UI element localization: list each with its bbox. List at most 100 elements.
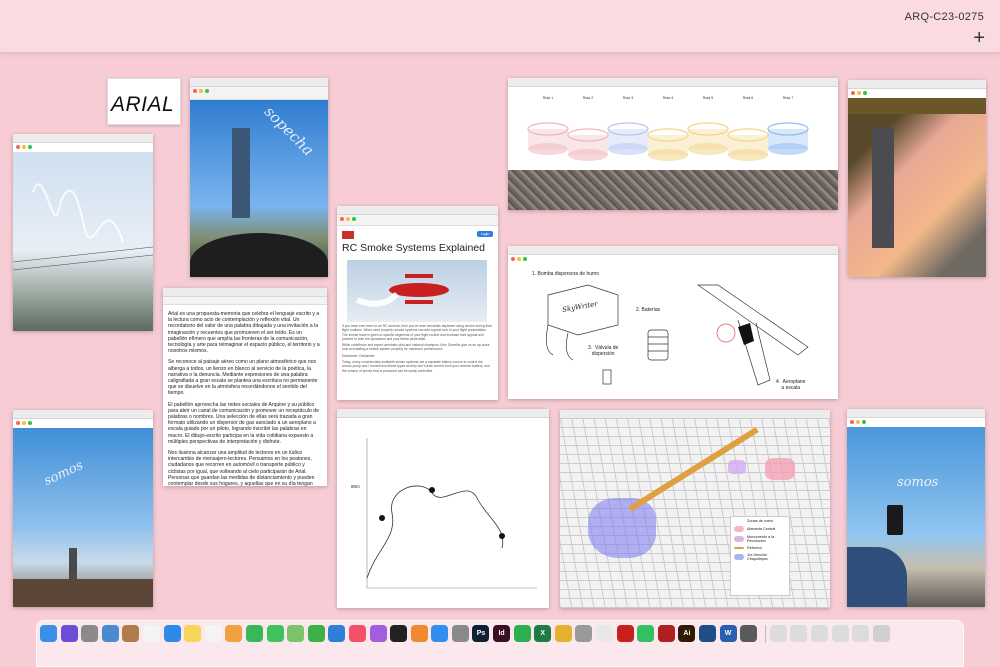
route-label: Ruta 1 <box>543 96 553 100</box>
window-titlebar[interactable] <box>508 78 838 93</box>
dock-preview-icon[interactable] <box>101 625 119 642</box>
article-hero-image <box>347 260 487 322</box>
legend-item: Monumento a la Revolución <box>734 535 786 543</box>
dock-calendar-icon[interactable] <box>142 625 160 642</box>
article-paragraph: Today, many commercially available smoke… <box>342 360 490 373</box>
dock-sketch-icon[interactable] <box>513 625 531 642</box>
dock-tv-icon[interactable] <box>390 625 408 642</box>
dock-screenshot-icon[interactable] <box>740 625 758 642</box>
dock-folder-4-icon[interactable] <box>831 625 849 642</box>
add-button[interactable]: + <box>973 28 985 48</box>
dock-quicktime-icon[interactable] <box>699 625 716 642</box>
dock-launchpad-icon[interactable] <box>81 625 99 642</box>
dock-acrobat-icon[interactable] <box>616 625 634 642</box>
route-cylinder <box>567 128 609 161</box>
dock-whatsapp-icon[interactable] <box>637 625 655 642</box>
dock-scanner-icon[interactable] <box>575 625 593 642</box>
window-titlebar[interactable] <box>848 80 986 95</box>
dock-settings-icon[interactable] <box>451 625 469 642</box>
dock-siri-icon[interactable] <box>60 625 78 642</box>
window-smoke-system-diagram[interactable]: 1. Bomba dispersora de humo 2. Baterías … <box>508 246 838 399</box>
document-paragraph: El pabellón aprovecha las redes sociales… <box>168 401 319 445</box>
skywriting-text-right: somos <box>897 475 939 490</box>
dock-numbers-icon[interactable] <box>307 625 325 642</box>
dock-maps-icon[interactable] <box>287 625 305 642</box>
article-paragraph: While contributor and expert aerobatic p… <box>342 343 490 352</box>
window-titlebar[interactable] <box>337 409 549 418</box>
zone-revolucion <box>728 460 746 474</box>
route-cylinder <box>727 128 769 161</box>
dock: Ps Id X Ai W <box>36 620 964 667</box>
window-flight-zones-map[interactable]: Zonas de vuelo Alameda Central Monumento… <box>560 410 830 608</box>
dock-folder-2-icon[interactable] <box>790 625 808 642</box>
car-city-photo: sopecha <box>190 100 328 277</box>
window-titlebar[interactable] <box>13 134 153 149</box>
dock-word-icon[interactable]: W <box>719 625 737 642</box>
dock-podcasts-icon[interactable] <box>369 625 387 642</box>
dock-chrome-icon[interactable] <box>554 625 572 642</box>
dock-notes-brown-icon[interactable] <box>122 625 140 642</box>
skywriting-text-left: somos <box>41 457 86 490</box>
window-car-photo[interactable]: sopecha <box>190 78 328 277</box>
dock-messages-icon[interactable] <box>245 625 263 642</box>
route-cylinder <box>647 128 689 161</box>
dock-app-store-icon[interactable] <box>431 625 449 642</box>
awning-shape <box>848 98 986 114</box>
flight-path-drawing <box>366 438 537 589</box>
dock-finder-icon[interactable] <box>40 625 57 642</box>
window-titlebar[interactable] <box>847 409 985 424</box>
dock-illustrator-icon[interactable]: Ai <box>678 625 696 642</box>
dock-indesign-icon[interactable]: Id <box>493 625 511 642</box>
window-flight-path[interactable]: 80m <box>337 409 549 608</box>
window-text-document[interactable]: Arial es una propuesta-memoria que celeb… <box>163 288 327 486</box>
dock-folder-1-icon[interactable] <box>769 625 787 642</box>
zone-alameda <box>765 458 795 480</box>
city-map: Zonas de vuelo Alameda Central Monumento… <box>560 418 830 608</box>
window-titlebar[interactable] <box>13 410 153 425</box>
arial-title-card[interactable]: ARIAL <box>107 78 181 125</box>
window-titlebar[interactable] <box>163 288 327 297</box>
dock-acrobat-2-icon[interactable] <box>657 625 675 642</box>
dock-facetime-icon[interactable] <box>266 625 284 642</box>
document-body: Arial es una propuesta-memoria que celeb… <box>163 305 327 486</box>
dock-books-icon[interactable] <box>410 625 428 642</box>
article-paragraph: If you have ever been to an RC airshow, … <box>342 324 492 341</box>
dock-keynote-icon[interactable] <box>328 625 346 642</box>
window-blue-sky-photo-right[interactable]: somos <box>847 409 985 607</box>
rooftop-shape <box>13 579 153 607</box>
dock-photos-icon[interactable] <box>225 625 243 642</box>
arial-title-text: ARIAL <box>111 93 175 116</box>
route-cylinder <box>527 122 569 155</box>
window-titlebar[interactable] <box>337 206 498 221</box>
dock-feather-icon[interactable] <box>596 625 614 642</box>
browser-address-bar[interactable] <box>337 215 498 226</box>
route-label: Ruta 6 <box>743 96 753 100</box>
dock-notes-icon[interactable] <box>184 625 202 642</box>
window-routes-timeline[interactable]: Ruta 1 Ruta 2 Ruta 3 Ruta 4 Ruta 5 Ruta 6 Ruta… <box>508 78 838 210</box>
window-sky-photo[interactable] <box>13 134 153 331</box>
project-code: ARQ-C23-0275 <box>904 11 984 23</box>
routes-diagram: Ruta 1 Ruta 2 Ruta 3 Ruta 4 Ruta 5 Ruta 6 Ruta… <box>508 87 838 171</box>
dock-folder-3-icon[interactable] <box>810 625 828 642</box>
window-sunset-photo[interactable] <box>848 80 986 277</box>
dock-music-icon[interactable] <box>348 625 366 642</box>
dock-folder-5-icon[interactable] <box>852 625 870 642</box>
dock-excel-icon[interactable]: X <box>534 625 552 642</box>
window-titlebar[interactable] <box>190 78 328 93</box>
blue-sky-photo: somos <box>13 428 153 607</box>
window-titlebar[interactable] <box>508 246 838 261</box>
dock-photoshop-icon[interactable]: Ps <box>472 625 490 642</box>
article-title: RC Smoke Systems Explained <box>342 242 485 254</box>
sunset-photo <box>848 98 986 277</box>
diagram-drawing <box>546 284 809 386</box>
window-browser-article[interactable]: Login RC Smoke Systems Explained If you … <box>337 206 498 400</box>
article-paragraph: Disclaimer: Disclaimer <box>342 353 375 358</box>
dock-reminders-icon[interactable] <box>204 625 222 642</box>
dock-safari-icon[interactable] <box>163 625 181 642</box>
login-button[interactable]: Login <box>477 231 493 237</box>
window-blue-sky-photo-left[interactable]: somos <box>13 410 153 607</box>
document-toolbar[interactable] <box>163 297 327 305</box>
dock-trash-icon[interactable] <box>872 625 890 642</box>
map-legend: Zonas de vuelo Alameda Central Monumento… <box>730 516 790 596</box>
top-bar: ARQ-C23-0275 + <box>0 0 1000 53</box>
